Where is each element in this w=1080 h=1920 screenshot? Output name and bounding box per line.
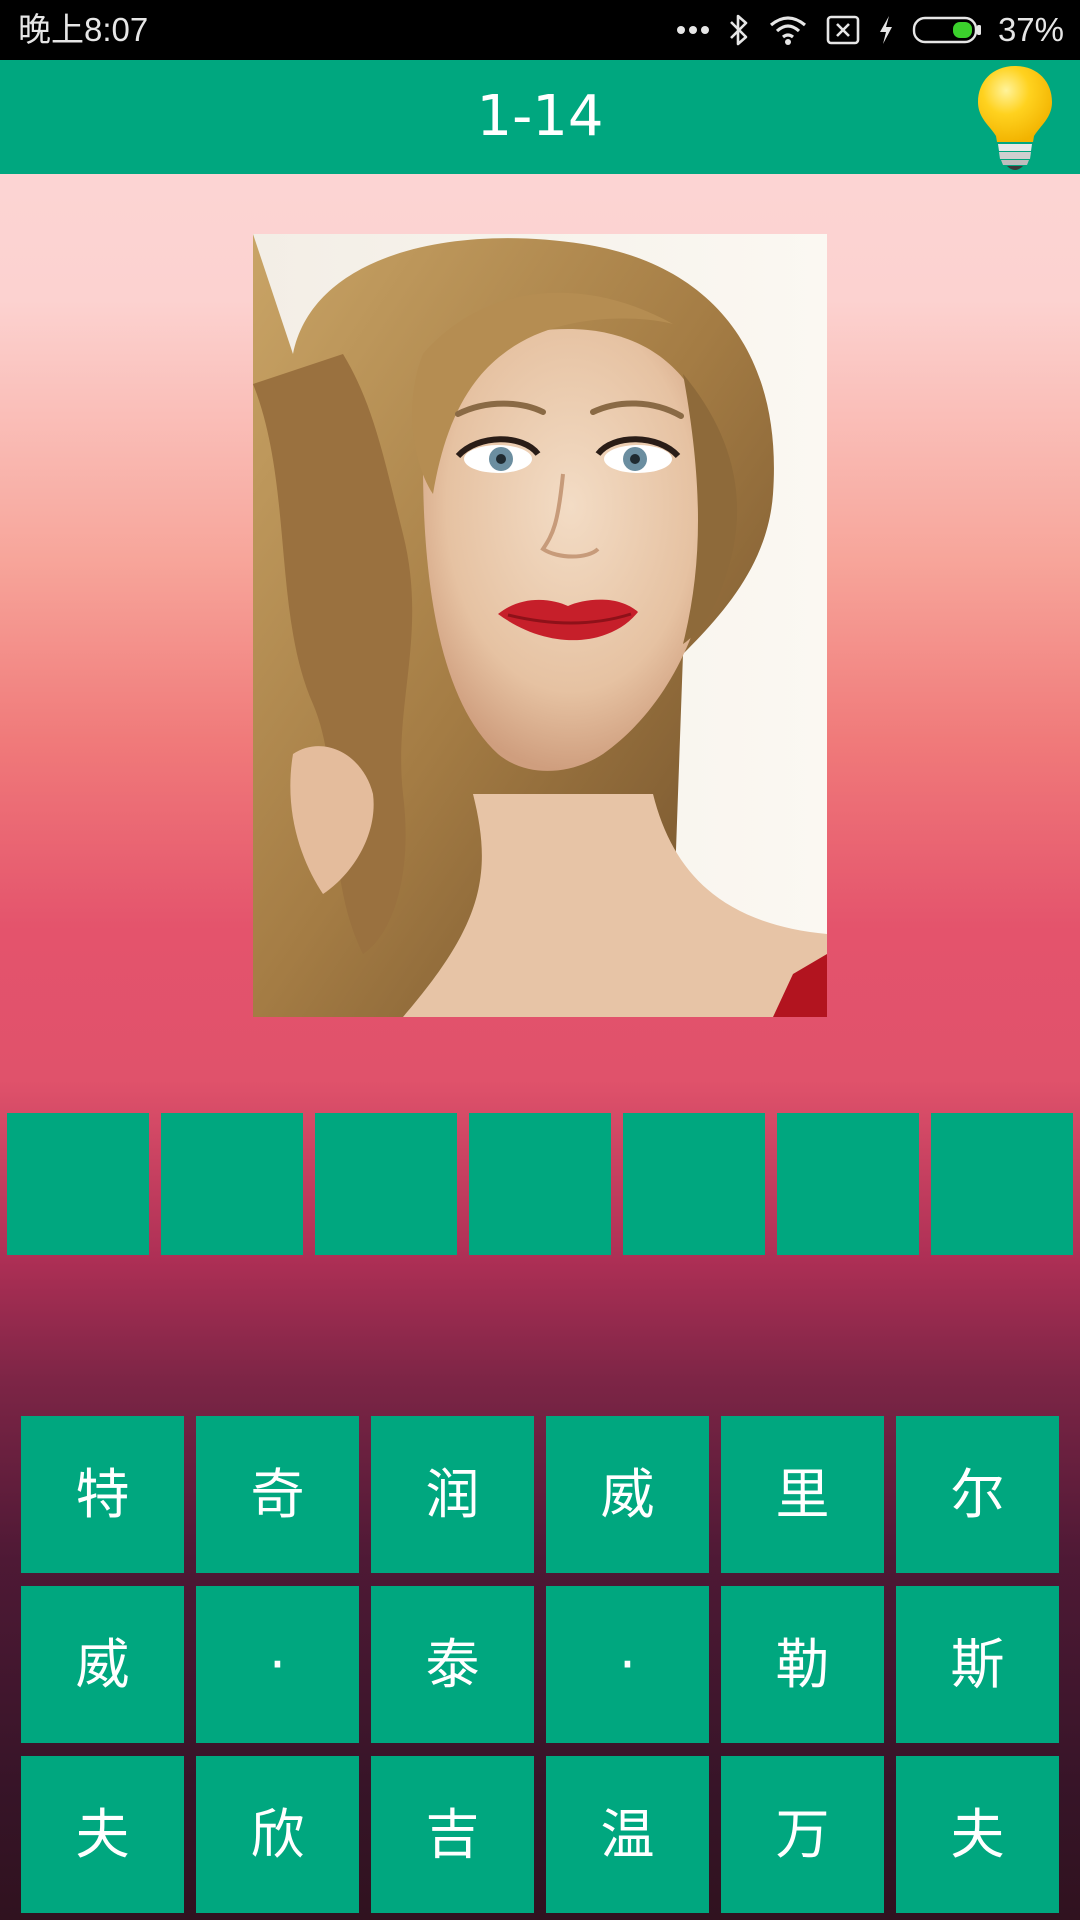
letter-key[interactable]: 威 <box>21 1586 184 1743</box>
letter-key[interactable]: 特 <box>21 1416 184 1573</box>
letter-key[interactable]: 奇 <box>196 1416 359 1573</box>
letter-key[interactable]: 夫 <box>896 1756 1059 1913</box>
letter-key[interactable]: 泰 <box>371 1586 534 1743</box>
wifi-icon <box>769 16 806 45</box>
portrait-illustration <box>253 234 827 1017</box>
letter-key[interactable]: 温 <box>546 1756 709 1913</box>
bluetooth-icon <box>730 14 748 46</box>
battery-icon <box>912 16 981 44</box>
status-time: 晚上8:07 <box>18 11 149 48</box>
answer-slot-3[interactable] <box>315 1113 457 1255</box>
portrait-photo <box>253 234 827 1017</box>
level-title: 1-14 <box>476 84 604 149</box>
charging-icon <box>879 16 892 44</box>
letter-key[interactable]: 万 <box>721 1756 884 1913</box>
letter-key[interactable]: 夫 <box>21 1756 184 1913</box>
game-screen: 晚上8:07 37% 1-14 特 奇 润 威 里 尔 威 · 泰 · 勒 斯 … <box>0 0 1080 1920</box>
status-bar: 晚上8:07 37% <box>0 0 1080 60</box>
answer-slot-6[interactable] <box>777 1113 919 1255</box>
more-dots-icon <box>676 26 709 34</box>
letter-key[interactable]: 勒 <box>721 1586 884 1743</box>
hint-button[interactable] <box>970 62 1060 174</box>
answer-slot-5[interactable] <box>623 1113 765 1255</box>
letter-key[interactable]: 润 <box>371 1416 534 1573</box>
battery-percent: 37% <box>997 11 1064 48</box>
letter-key[interactable]: 欣 <box>196 1756 359 1913</box>
letter-key[interactable]: · <box>546 1586 709 1743</box>
letter-key[interactable]: 斯 <box>896 1586 1059 1743</box>
letter-key[interactable]: 吉 <box>371 1756 534 1913</box>
letter-key[interactable]: · <box>196 1586 359 1743</box>
title-bar: 1-14 <box>0 60 1080 174</box>
letter-key[interactable]: 威 <box>546 1416 709 1573</box>
no-sim-icon <box>826 15 860 45</box>
answer-slot-4[interactable] <box>469 1113 611 1255</box>
answer-slot-1[interactable] <box>7 1113 149 1255</box>
answer-slot-7[interactable] <box>931 1113 1073 1255</box>
status-icons: 37% <box>676 0 1064 60</box>
answer-slot-2[interactable] <box>161 1113 303 1255</box>
letter-key[interactable]: 里 <box>721 1416 884 1573</box>
lightbulb-icon <box>978 66 1052 170</box>
letter-key[interactable]: 尔 <box>896 1416 1059 1573</box>
